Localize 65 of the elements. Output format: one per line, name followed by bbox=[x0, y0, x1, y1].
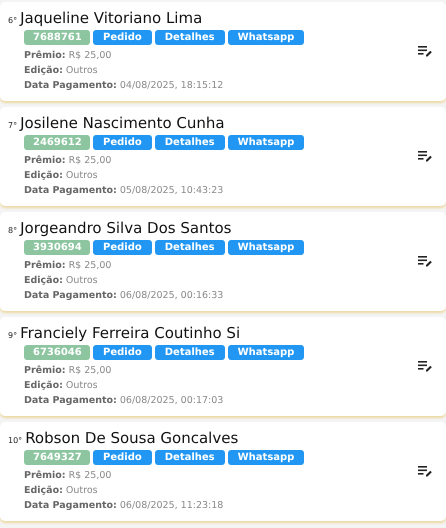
action-button[interactable]: Pedido bbox=[93, 135, 152, 150]
field-value: R$ 25,00 bbox=[68, 155, 112, 166]
field-value: R$ 25,00 bbox=[68, 470, 112, 481]
action-button[interactable]: Whatsapp bbox=[228, 30, 304, 45]
field-value: 06/08/2025, 00:16:33 bbox=[120, 290, 224, 301]
rank-number: 7° bbox=[8, 121, 18, 130]
action-button[interactable]: Whatsapp bbox=[228, 450, 304, 465]
action-button[interactable]: Pedido bbox=[93, 450, 152, 465]
action-button[interactable]: Whatsapp bbox=[228, 345, 304, 360]
person-name: Jorgeandro Silva Dos Santos bbox=[20, 219, 232, 237]
field-value: Outros bbox=[66, 275, 98, 286]
field-value: R$ 25,00 bbox=[68, 50, 112, 61]
ticket-code: 7688761 bbox=[24, 30, 90, 45]
action-button[interactable]: Pedido bbox=[93, 345, 152, 360]
field-label: Prêmio: bbox=[24, 470, 66, 481]
rank-number: 9° bbox=[8, 331, 18, 340]
ticket-code: 2469612 bbox=[24, 135, 90, 150]
person-name: Robson De Sousa Goncalves bbox=[25, 429, 238, 447]
field-label: Edição: bbox=[24, 485, 63, 496]
field-label: Data Pagamento: bbox=[24, 395, 117, 406]
field-value: 04/08/2025, 18:15:12 bbox=[120, 80, 224, 91]
field-value: 06/08/2025, 11:23:18 bbox=[120, 500, 224, 511]
person-name: Franciely Ferreira Coutinho Si bbox=[20, 324, 240, 342]
field-value: Outros bbox=[66, 380, 98, 391]
action-button[interactable]: Pedido bbox=[93, 30, 152, 45]
field-value: Outros bbox=[66, 65, 98, 76]
edit-list-icon[interactable] bbox=[418, 360, 432, 372]
action-button[interactable]: Detalhes bbox=[154, 30, 225, 45]
ticket-code: 3930694 bbox=[24, 240, 90, 255]
edit-list-icon[interactable] bbox=[418, 45, 432, 57]
field-value: 06/08/2025, 00:17:03 bbox=[120, 395, 224, 406]
field-value: Outros bbox=[66, 170, 98, 181]
rank-number: 10° bbox=[8, 436, 22, 445]
field-label: Edição: bbox=[24, 65, 63, 76]
action-button[interactable]: Detalhes bbox=[154, 345, 225, 360]
person-name: Jaqueline Vitoriano Lima bbox=[20, 9, 202, 27]
rank-number: 6° bbox=[8, 16, 18, 25]
edit-list-icon[interactable] bbox=[418, 255, 432, 267]
field-label: Data Pagamento: bbox=[24, 185, 117, 196]
field-label: Prêmio: bbox=[24, 155, 66, 166]
ticket-code: 6736046 bbox=[24, 345, 90, 360]
action-button[interactable]: Detalhes bbox=[154, 135, 225, 150]
rank-number: 8° bbox=[8, 226, 18, 235]
ticket-code: 7649327 bbox=[24, 450, 90, 465]
edit-list-icon[interactable] bbox=[418, 150, 432, 162]
action-button[interactable]: Whatsapp bbox=[228, 240, 304, 255]
field-label: Edição: bbox=[24, 170, 63, 181]
field-value: Outros bbox=[66, 485, 98, 496]
action-button[interactable]: Detalhes bbox=[154, 240, 225, 255]
action-button[interactable]: Pedido bbox=[93, 240, 152, 255]
field-label: Prêmio: bbox=[24, 365, 66, 376]
field-label: Prêmio: bbox=[24, 260, 66, 271]
person-name: Josilene Nascimento Cunha bbox=[20, 114, 225, 132]
action-button[interactable]: Detalhes bbox=[154, 450, 225, 465]
action-button[interactable]: Whatsapp bbox=[228, 135, 304, 150]
field-label: Prêmio: bbox=[24, 50, 66, 61]
field-value: R$ 25,00 bbox=[68, 260, 112, 271]
field-value: 05/08/2025, 10:43:23 bbox=[120, 185, 224, 196]
field-label: Data Pagamento: bbox=[24, 290, 117, 301]
field-label: Edição: bbox=[24, 380, 63, 391]
field-value: R$ 25,00 bbox=[68, 365, 112, 376]
edit-list-icon[interactable] bbox=[418, 465, 432, 477]
field-label: Data Pagamento: bbox=[24, 500, 117, 511]
field-label: Data Pagamento: bbox=[24, 80, 117, 91]
field-label: Edição: bbox=[24, 275, 63, 286]
